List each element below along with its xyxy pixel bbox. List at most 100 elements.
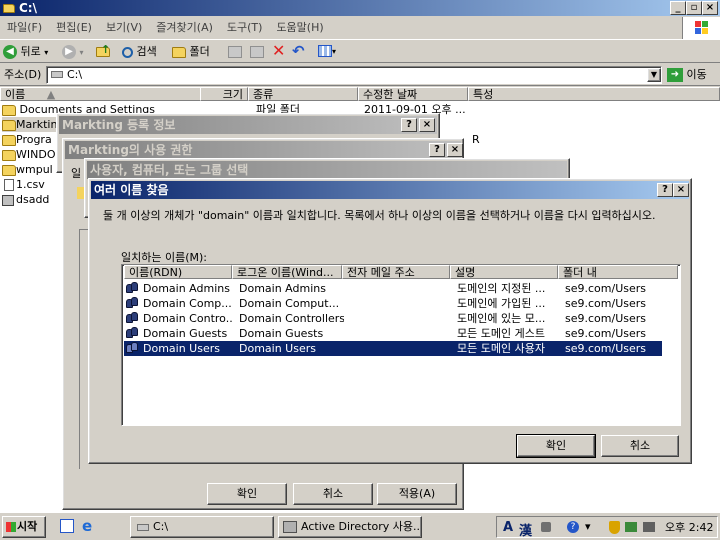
address-input[interactable]: C:\ <box>46 66 662 84</box>
views-button[interactable]: ▾ <box>318 44 344 60</box>
close-button[interactable]: × <box>702 1 718 15</box>
permissions-cancel-button[interactable]: 취소 <box>293 483 373 505</box>
group-icon <box>126 327 140 340</box>
volume-icon[interactable] <box>643 522 655 532</box>
col-header-description[interactable]: 설명 <box>450 265 558 279</box>
windows-flag-icon <box>6 522 16 532</box>
folder-icon <box>2 119 16 131</box>
list-item[interactable]: Domain Comp... Domain Comput... 도메인에 가입된… <box>124 296 666 311</box>
cancel-button[interactable]: 취소 <box>601 435 679 457</box>
close-button[interactable]: × <box>447 143 463 157</box>
permissions-tab[interactable]: 일 <box>71 165 81 181</box>
list-item[interactable]: Domain Contro... Domain Controllers 도메인에… <box>124 311 666 326</box>
list-item-selected[interactable]: Domain Users Domain Users 모든 도메인 사용자 se9… <box>124 341 662 356</box>
folders-icon <box>172 46 186 58</box>
explorer-title: C:\ <box>19 1 37 15</box>
close-button[interactable]: × <box>673 183 689 197</box>
col-header-type[interactable]: 종류 <box>248 87 358 101</box>
quicklaunch-ie-icon[interactable]: e <box>82 518 98 534</box>
folder-icon <box>2 164 16 176</box>
ok-button[interactable]: 확인 <box>516 434 596 458</box>
group-icon <box>126 282 140 295</box>
forward-arrow-icon: ▶ <box>62 45 76 59</box>
matching-names-label: 일치하는 이름(M): <box>121 251 207 264</box>
matching-names-list[interactable]: 이름(RDN) 로그온 이름(Wind... 전자 메일 주소 설명 폴더 내 … <box>121 264 681 426</box>
up-folder-icon[interactable]: ↑ <box>96 43 112 58</box>
minimize-button[interactable]: _ <box>670 1 686 15</box>
go-button[interactable]: ➜ 이동 <box>667 67 707 83</box>
ime-hanja[interactable]: 漢 <box>519 520 532 539</box>
taskbar: 시작 e C:\ Active Directory 사용... A 漢 ? ▾ … <box>0 512 720 540</box>
list-item[interactable]: Domain Admins Domain Admins 도메인의 지정된 ...… <box>124 281 666 296</box>
start-button[interactable]: 시작 <box>2 516 46 538</box>
taskbar-ad-button[interactable]: Active Directory 사용... <box>278 516 422 538</box>
col-header-size-label[interactable]: 크기 <box>200 87 248 101</box>
multiple-names-message: 둘 개 이상의 개체가 "domain" 이름과 일치합니다. 목록에서 하나 … <box>103 209 656 222</box>
start-label: 시작 <box>17 520 38 533</box>
undo-icon[interactable]: ↶ <box>292 41 305 61</box>
col-header-date[interactable]: 수정한 날짜 <box>358 87 468 101</box>
file-row[interactable]: Progra <box>2 132 56 147</box>
help-circle-icon[interactable]: ? <box>567 521 579 533</box>
help-button[interactable]: ? <box>429 143 445 157</box>
copy-to-icon[interactable] <box>250 46 264 58</box>
multiple-names-titlebar: 여러 이름 찾음 <box>91 181 689 199</box>
select-users-titlebar: 사용자, 컴퓨터, 또는 그룹 선택 <box>87 161 567 179</box>
file-row[interactable]: Markting <box>2 117 56 132</box>
exe-icon <box>2 194 14 206</box>
taskbar-explorer-button[interactable]: C:\ <box>130 516 274 538</box>
multiple-names-title: 여러 이름 찾음 <box>94 183 169 197</box>
system-tray: A 漢 ? ▾ 오후 2:42 <box>496 516 718 539</box>
close-button[interactable]: × <box>419 118 435 132</box>
network-icon[interactable] <box>625 522 637 532</box>
col-header-folder[interactable]: 폴더 내 <box>558 265 678 279</box>
properties-titlebar: Markting 등록 정보 <box>59 116 437 134</box>
group-icon <box>126 297 140 310</box>
back-arrow-icon: ◀ <box>3 45 17 59</box>
list-item[interactable]: Domain Guests Domain Guests 모든 도메인 게스트 s… <box>124 326 666 341</box>
col-header-attr[interactable]: 특성 <box>468 87 720 101</box>
security-shield-icon[interactable] <box>609 521 620 534</box>
search-icon <box>122 46 133 58</box>
menu-favorites[interactable]: 즐겨찾기(A) <box>149 19 220 37</box>
back-button[interactable]: ◀ 뒤로 ▾ <box>3 43 48 61</box>
menu-help[interactable]: 도움말(H) <box>269 19 330 37</box>
col-header-rdn[interactable]: 이름(RDN) <box>124 265 232 279</box>
toolbar: ◀ 뒤로 ▾ ▶ ▾ ↑ 검색 폴더 ✕ ↶ ▾ <box>0 39 720 63</box>
file-items-left: Markting Progra WINDO wmpul 1.csv dsadd <box>2 117 56 217</box>
menu-file[interactable]: 파일(F) <box>0 19 49 37</box>
group-icon <box>126 312 140 325</box>
folder-icon <box>2 149 16 161</box>
permissions-title: Markting의 사용 권한 <box>68 143 193 157</box>
folder-icon <box>2 104 16 116</box>
folders-button[interactable]: 폴더 <box>172 43 210 61</box>
file-row[interactable]: WINDO <box>2 147 56 162</box>
delete-icon[interactable]: ✕ <box>272 41 285 61</box>
address-dropdown-button[interactable]: ▼ <box>647 68 661 82</box>
clock: 오후 2:42 <box>665 521 714 534</box>
forward-button[interactable]: ▶ ▾ <box>62 43 84 61</box>
help-button[interactable]: ? <box>401 118 417 132</box>
file-row[interactable]: dsadd <box>2 192 56 207</box>
permissions-titlebar: Markting의 사용 권한 <box>65 141 461 159</box>
ime-settings-icon[interactable] <box>541 522 551 532</box>
move-to-icon[interactable] <box>228 46 242 58</box>
tray-menu-icon[interactable]: ▾ <box>585 520 591 533</box>
menu-edit[interactable]: 편집(E) <box>49 19 99 37</box>
windows-logo-icon <box>682 17 720 39</box>
col-header-email[interactable]: 전자 메일 주소 <box>342 265 450 279</box>
menu-tools[interactable]: 도구(T) <box>220 19 270 37</box>
permissions-apply-button[interactable]: 적용(A) <box>377 483 457 505</box>
permissions-ok-button[interactable]: 확인 <box>207 483 287 505</box>
back-label: 뒤로 <box>20 45 41 58</box>
file-attr: R <box>472 133 480 146</box>
maximize-button[interactable]: ▫ <box>686 1 702 15</box>
ime-lang[interactable]: A <box>503 520 513 535</box>
menu-view[interactable]: 보기(V) <box>99 19 149 37</box>
quicklaunch-desktop-icon[interactable] <box>60 519 74 533</box>
file-row[interactable]: 1.csv <box>2 177 56 192</box>
col-header-logon[interactable]: 로그온 이름(Wind... <box>232 265 342 279</box>
file-row[interactable]: wmpul <box>2 162 56 177</box>
help-button[interactable]: ? <box>657 183 673 197</box>
search-button[interactable]: 검색 <box>122 43 157 61</box>
